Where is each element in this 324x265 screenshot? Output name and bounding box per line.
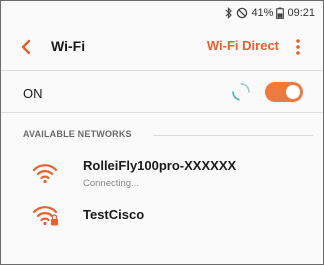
back-arrow-icon [21, 39, 31, 55]
more-options-button[interactable] [291, 36, 305, 58]
do-not-disturb-icon [236, 7, 248, 19]
network-status: Connecting... [83, 178, 139, 189]
battery-percent: 41% [251, 7, 274, 19]
toggle-divider [1, 112, 323, 113]
back-button[interactable] [15, 36, 37, 58]
scanning-spinner-icon [232, 83, 250, 101]
status-icons: 41% 09:21 [225, 6, 315, 20]
status-time: 09:21 [287, 7, 315, 19]
action-bar: Wi-Fi Wi-Fi Direct [1, 25, 323, 69]
more-vertical-icon [296, 39, 300, 55]
page-title: Wi-Fi [51, 38, 86, 54]
battery-icon [276, 7, 285, 19]
section-rule [153, 135, 313, 136]
wifi-toggle-switch[interactable] [265, 82, 303, 102]
wifi-signal-icon [32, 164, 58, 184]
network-item-rolleifly[interactable]: RolleiFly100pro-XXXXXX Connecting... [1, 151, 323, 193]
phone-screen: 41% 09:21 Wi-Fi Wi-Fi Direct ON AVAILABL… [0, 0, 324, 265]
wifi-state-label: ON [23, 86, 43, 101]
wifi-locked-icon [32, 206, 58, 226]
status-bar: 41% 09:21 [1, 1, 323, 25]
wifi-direct-button[interactable]: Wi-Fi Direct [207, 38, 279, 53]
network-name: RolleiFly100pro-XXXXXX [83, 158, 237, 173]
wifi-toggle-row[interactable]: ON [1, 77, 323, 111]
bluetooth-icon [225, 7, 233, 19]
toggle-knob [286, 85, 300, 99]
network-item-testcisco[interactable]: TestCisco [1, 197, 323, 233]
available-networks-header: AVAILABLE NETWORKS [23, 129, 132, 139]
header-divider [1, 70, 323, 71]
network-name: TestCisco [83, 207, 145, 222]
